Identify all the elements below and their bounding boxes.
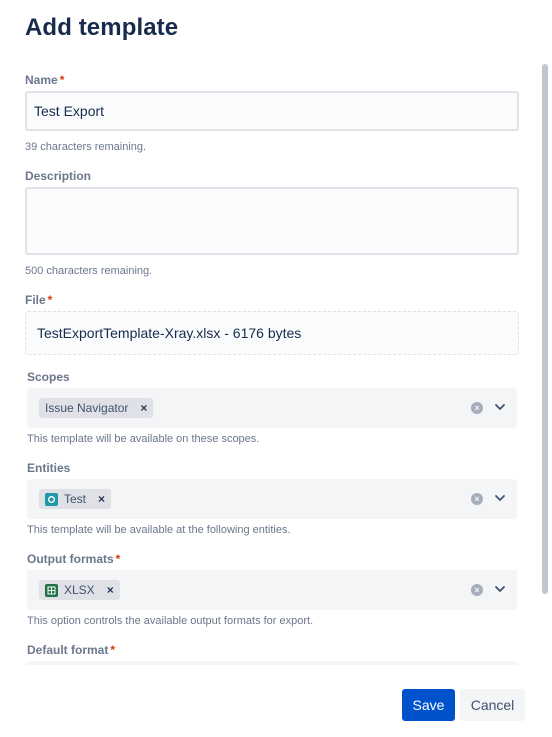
chevron-down-icon[interactable] [493, 400, 507, 414]
name-label: Name * [25, 73, 65, 87]
required-marker: * [47, 293, 53, 307]
output-formats-hint: This option controls the available outpu… [27, 615, 314, 627]
description-hint: 500 characters remaining. [25, 265, 153, 277]
file-label: File * [25, 293, 53, 307]
entities-select[interactable]: Test × × [27, 479, 517, 519]
save-button[interactable]: Save [402, 689, 455, 721]
output-format-tag: XLSX × [39, 580, 120, 600]
scopes-label: Scopes [27, 370, 70, 384]
chevron-down-icon[interactable] [493, 491, 507, 505]
test-entity-icon [45, 492, 58, 506]
chevron-down-icon[interactable] [493, 582, 507, 596]
description-label: Description [25, 169, 92, 183]
description-textarea[interactable] [25, 187, 519, 255]
xlsx-file-icon [45, 583, 58, 597]
remove-tag-icon[interactable]: × [107, 583, 114, 597]
name-hint: 39 characters remaining. [25, 141, 147, 153]
file-dropzone[interactable]: TestExportTemplate-Xray.xlsx - 6176 byte… [25, 311, 519, 355]
scopes-hint: This template will be available on these… [27, 433, 260, 445]
entity-tag: Test × [39, 489, 112, 509]
remove-tag-icon[interactable]: × [98, 492, 105, 506]
name-input[interactable]: Test Export [25, 91, 519, 131]
clear-icon[interactable]: × [471, 584, 483, 596]
required-marker: * [59, 73, 65, 87]
scrollbar[interactable] [542, 64, 548, 594]
scopes-select[interactable]: Issue Navigator × × [27, 388, 517, 428]
output-format-tag-label: XLSX [64, 583, 95, 597]
entities-label: Entities [27, 461, 71, 475]
cancel-button[interactable]: Cancel [460, 689, 525, 721]
entities-hint: This template will be available at the f… [27, 524, 291, 536]
default-format-label: Default format * [27, 643, 116, 657]
entity-tag-label: Test [64, 492, 87, 506]
scope-tag-label: Issue Navigator [45, 401, 129, 415]
remove-tag-icon[interactable]: × [140, 401, 147, 415]
clear-icon[interactable]: × [471, 493, 483, 505]
required-marker: * [110, 643, 116, 657]
required-marker: * [115, 552, 121, 566]
output-formats-label: Output formats * [27, 552, 121, 566]
page-title: Add template [25, 14, 179, 41]
clear-icon[interactable]: × [471, 402, 483, 414]
scope-tag: Issue Navigator × [39, 398, 154, 418]
output-formats-select[interactable]: XLSX × × [27, 570, 517, 610]
